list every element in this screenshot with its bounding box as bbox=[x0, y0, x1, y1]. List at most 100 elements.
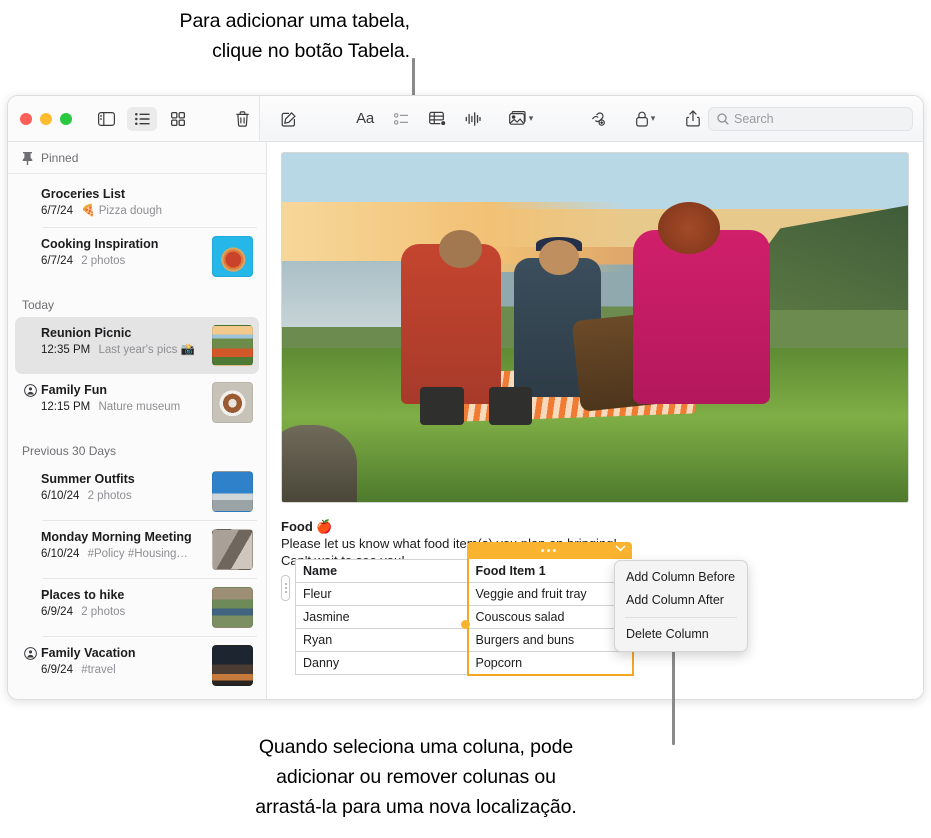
search-field[interactable]: Search bbox=[708, 107, 913, 131]
callout-bottom-leader bbox=[672, 640, 675, 745]
callout-top-text: Para adicionar uma tabela, clique no bot… bbox=[60, 6, 410, 66]
note-snippet: #Policy #Housing… bbox=[88, 548, 188, 560]
note-snippet: 🍕 Pizza dough bbox=[81, 205, 162, 217]
link-icon[interactable] bbox=[582, 107, 612, 131]
sidebar-toggle-icon[interactable] bbox=[91, 107, 121, 131]
note-date: 6/7/24 bbox=[41, 205, 73, 217]
note-title: Cooking Inspiration bbox=[41, 236, 206, 252]
note-title: Summer Outfits bbox=[41, 471, 206, 487]
note-date: 6/9/24 bbox=[41, 606, 73, 618]
format-label: Aa bbox=[356, 110, 374, 127]
table-cell[interactable]: Burgers and buns bbox=[468, 629, 633, 652]
sidebar-group-header-previous-30-days: Previous 30 Days bbox=[8, 431, 266, 463]
window-controls bbox=[20, 113, 72, 125]
table-icon[interactable] bbox=[422, 107, 452, 131]
note-thumbnail bbox=[212, 382, 253, 423]
sidebar-note-monday-morning-meeting[interactable]: Monday Morning Meeting 6/10/24 #Policy #… bbox=[15, 521, 259, 578]
delete-note-icon[interactable] bbox=[227, 107, 257, 131]
note-snippet: 2 photos bbox=[81, 606, 125, 618]
table-cell[interactable]: Ryan bbox=[296, 629, 468, 652]
menu-divider bbox=[625, 617, 737, 618]
format-icon[interactable]: Aa bbox=[350, 107, 380, 131]
sidebar-note-reunion-picnic[interactable]: Reunion Picnic 12:35 PM Last year's pics… bbox=[15, 317, 259, 374]
note-snippet: Nature museum bbox=[98, 401, 180, 413]
compose-note-icon[interactable] bbox=[274, 107, 304, 131]
column-context-menu[interactable]: Add Column Before Add Column After Delet… bbox=[614, 560, 748, 652]
sidebar-note-places-to-hike[interactable]: Places to hike 6/9/24 2 photos bbox=[15, 579, 259, 636]
sidebar-group-header-pinned: Pinned bbox=[8, 142, 266, 174]
table-row: Ryan Burgers and buns bbox=[296, 629, 633, 652]
sidebar-note-family-vacation[interactable]: Family Vacation 6/9/24 #travel bbox=[15, 637, 259, 694]
sidebar-note-summer-outfits[interactable]: Summer Outfits 6/10/24 2 photos bbox=[15, 463, 259, 520]
note-title: Monday Morning Meeting bbox=[41, 529, 206, 545]
menu-item-add-column-before[interactable]: Add Column Before bbox=[615, 566, 747, 589]
note-date: 12:35 PM bbox=[41, 344, 90, 356]
menu-item-add-column-after[interactable]: Add Column After bbox=[615, 589, 747, 612]
note-section-heading: Food 🍎 bbox=[281, 519, 909, 535]
table-row: Danny Popcorn bbox=[296, 652, 633, 675]
pin-icon bbox=[22, 152, 33, 165]
toolbar: Aa bbox=[8, 96, 923, 142]
note-table-wrapper: ••• Name Food Item 1 Fleur Veg bbox=[281, 559, 634, 676]
note-thumbnail bbox=[212, 236, 253, 277]
note-detail[interactable]: Food 🍎 Please let us know what food item… bbox=[267, 142, 923, 699]
note-title: Places to hike bbox=[41, 587, 206, 603]
notes-sidebar[interactable]: Pinned Groceries List 6/7/24 🍕 Pizza dou… bbox=[8, 142, 267, 699]
note-thumbnail bbox=[212, 471, 253, 512]
search-placeholder: Search bbox=[734, 112, 774, 126]
note-snippet: 2 photos bbox=[88, 490, 132, 502]
table-header-cell-selected[interactable]: Food Item 1 bbox=[468, 560, 633, 583]
table-row: Fleur Veggie and fruit tray bbox=[296, 583, 633, 606]
note-date: 6/7/24 bbox=[41, 255, 73, 267]
note-table[interactable]: Name Food Item 1 Fleur Veggie and fruit … bbox=[295, 559, 634, 676]
table-column-resize-handle[interactable] bbox=[461, 620, 470, 629]
table-cell[interactable]: Jasmine bbox=[296, 606, 468, 629]
column-drag-handle-icon[interactable]: ••• bbox=[541, 547, 559, 555]
sidebar-note-groceries-list[interactable]: Groceries List 6/7/24 🍕 Pizza dough bbox=[15, 178, 259, 227]
table-cell[interactable]: Couscous salad bbox=[468, 606, 633, 629]
note-title: Family Fun bbox=[41, 382, 206, 398]
note-hero-image bbox=[281, 152, 909, 503]
close-button[interactable] bbox=[20, 113, 32, 125]
lock-chevron-down-icon[interactable]: ▾ bbox=[651, 113, 656, 124]
note-date: 6/10/24 bbox=[41, 548, 79, 560]
sidebar-note-family-fun[interactable]: Family Fun 12:15 PM Nature museum bbox=[15, 374, 259, 431]
media-chevron-down-icon[interactable]: ▾ bbox=[529, 113, 534, 124]
share-icon[interactable] bbox=[678, 107, 708, 131]
zoom-button[interactable] bbox=[60, 113, 72, 125]
note-thumbnail bbox=[212, 645, 253, 686]
audio-icon[interactable] bbox=[458, 107, 488, 131]
lock-icon[interactable]: ▾ bbox=[630, 107, 660, 131]
note-date: 12:15 PM bbox=[41, 401, 90, 413]
table-header-cell[interactable]: Name bbox=[296, 560, 468, 583]
minimize-button[interactable] bbox=[40, 113, 52, 125]
sidebar-note-cooking-inspiration[interactable]: Cooking Inspiration 6/7/24 2 photos bbox=[15, 228, 259, 285]
sidebar-group-header-today: Today bbox=[8, 285, 266, 317]
checklist-icon[interactable] bbox=[386, 107, 416, 131]
note-thumbnail bbox=[212, 587, 253, 628]
sidebar-group-label: Pinned bbox=[41, 151, 78, 165]
note-snippet: 2 photos bbox=[81, 255, 125, 267]
menu-item-delete-column[interactable]: Delete Column bbox=[615, 623, 747, 646]
table-column-selection-bar[interactable]: ••• bbox=[467, 542, 632, 559]
media-icon[interactable]: ▾ bbox=[506, 107, 536, 131]
table-row-grip-handle[interactable] bbox=[281, 575, 290, 601]
note-title: Reunion Picnic bbox=[41, 325, 206, 341]
shared-account-icon bbox=[24, 647, 37, 660]
column-chevron-down-icon[interactable] bbox=[615, 545, 626, 552]
table-header-row: Name Food Item 1 bbox=[296, 560, 633, 583]
table-cell[interactable]: Veggie and fruit tray bbox=[468, 583, 633, 606]
gallery-view-icon[interactable] bbox=[163, 107, 193, 131]
note-date: 6/9/24 bbox=[41, 664, 73, 676]
list-view-icon[interactable] bbox=[127, 107, 157, 131]
note-thumbnail bbox=[212, 325, 253, 366]
notes-window: Aa bbox=[7, 95, 924, 700]
table-cell[interactable]: Fleur bbox=[296, 583, 468, 606]
table-cell[interactable]: Danny bbox=[296, 652, 468, 675]
screenshot-root: Para adicionar uma tabela, clique no bot… bbox=[0, 0, 931, 838]
table-cell[interactable]: Popcorn bbox=[468, 652, 633, 675]
toolbar-sidebar-section bbox=[8, 96, 260, 141]
callout-bottom-text: Quando seleciona uma coluna, pode adicio… bbox=[160, 732, 672, 822]
note-snippet: Last year's pics 📸 bbox=[98, 344, 194, 356]
toolbar-note-section: Aa bbox=[260, 96, 923, 141]
